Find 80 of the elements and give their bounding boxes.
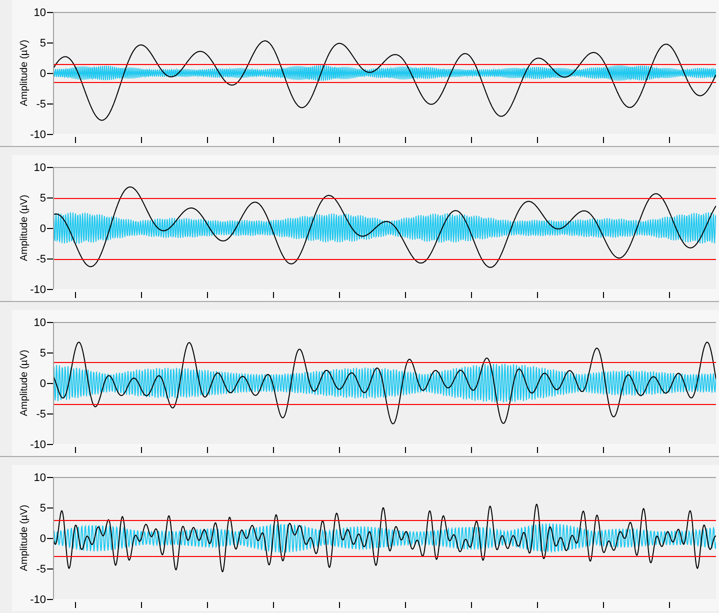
tick-mark xyxy=(669,446,670,454)
tick-mark xyxy=(669,136,670,144)
tick-mark xyxy=(46,352,54,354)
tick-mark xyxy=(46,289,54,290)
tick-mark xyxy=(46,258,54,260)
tick-mark xyxy=(46,383,54,384)
tick-mark xyxy=(603,292,604,298)
tick-label: 0 xyxy=(40,378,46,390)
tick-label: -5 xyxy=(36,564,46,576)
tick-mark xyxy=(141,136,142,144)
tick-mark xyxy=(603,136,604,144)
tick-mark xyxy=(207,602,208,608)
tick-label: -5 xyxy=(36,254,46,266)
tick-mark xyxy=(141,446,142,454)
tick-label: 0 xyxy=(40,68,46,80)
tick-mark xyxy=(207,446,208,454)
tick-mark xyxy=(46,42,54,44)
tick-label: 5 xyxy=(40,38,46,50)
tick-mark xyxy=(75,292,76,298)
y-axis-label: Amplitude (µV) xyxy=(19,504,30,572)
tick-label: 10 xyxy=(34,472,46,484)
tick-label: -5 xyxy=(36,408,46,420)
tick-mark xyxy=(471,446,472,454)
tick-mark xyxy=(75,136,76,144)
tick-mark xyxy=(141,602,142,608)
tick-label: 5 xyxy=(40,502,46,514)
tick-label: 10 xyxy=(34,317,46,329)
tick-mark xyxy=(46,444,54,445)
tick-mark xyxy=(537,136,538,144)
y-axis-label: Amplitude (µV) xyxy=(19,350,30,416)
tick-mark xyxy=(46,477,54,478)
tick-mark xyxy=(339,602,340,608)
tick-label: 0 xyxy=(40,533,46,545)
tick-label: -5 xyxy=(36,98,46,110)
tick-mark xyxy=(46,12,54,13)
tick-label: -10 xyxy=(30,594,46,606)
tick-mark xyxy=(339,446,340,454)
tick-mark xyxy=(537,446,538,454)
tick-label: 5 xyxy=(40,348,46,360)
tick-label: 5 xyxy=(40,192,46,204)
tick-mark xyxy=(669,292,670,298)
tick-label: 10 xyxy=(34,7,46,19)
tick-mark xyxy=(471,136,472,144)
tick-mark xyxy=(339,136,340,144)
tick-mark xyxy=(471,292,472,298)
tick-label: 0 xyxy=(40,223,46,235)
tick-label: -10 xyxy=(30,439,46,451)
tick-mark xyxy=(46,134,54,135)
tick-label: -10 xyxy=(30,284,46,296)
tick-mark xyxy=(537,602,538,608)
tick-mark xyxy=(46,322,54,323)
tick-mark xyxy=(75,446,76,454)
tick-mark xyxy=(405,602,406,608)
tick-mark xyxy=(603,602,604,608)
tick-mark xyxy=(471,602,472,608)
tick-mark xyxy=(273,446,274,454)
tick-mark xyxy=(46,167,54,168)
tick-mark xyxy=(46,599,54,600)
tick-mark xyxy=(273,602,274,608)
tick-mark xyxy=(46,73,54,74)
tick-label: -10 xyxy=(30,129,46,141)
tick-mark xyxy=(75,602,76,608)
tick-mark xyxy=(207,136,208,144)
tick-mark xyxy=(207,292,208,298)
tick-mark xyxy=(603,446,604,454)
y-axis-label: Amplitude (µV) xyxy=(19,40,30,106)
tick-mark xyxy=(405,446,406,454)
tick-mark xyxy=(141,292,142,298)
tick-mark xyxy=(46,568,54,570)
tick-mark xyxy=(46,228,54,229)
tick-mark xyxy=(46,538,54,539)
tick-mark xyxy=(405,136,406,144)
tick-mark xyxy=(405,292,406,298)
tick-mark xyxy=(669,602,670,608)
tick-mark xyxy=(537,292,538,298)
y-axis-label: Amplitude (µV) xyxy=(19,194,30,262)
tick-label: 10 xyxy=(34,162,46,174)
tick-mark xyxy=(273,136,274,144)
tick-mark xyxy=(339,292,340,298)
tick-mark xyxy=(273,292,274,298)
